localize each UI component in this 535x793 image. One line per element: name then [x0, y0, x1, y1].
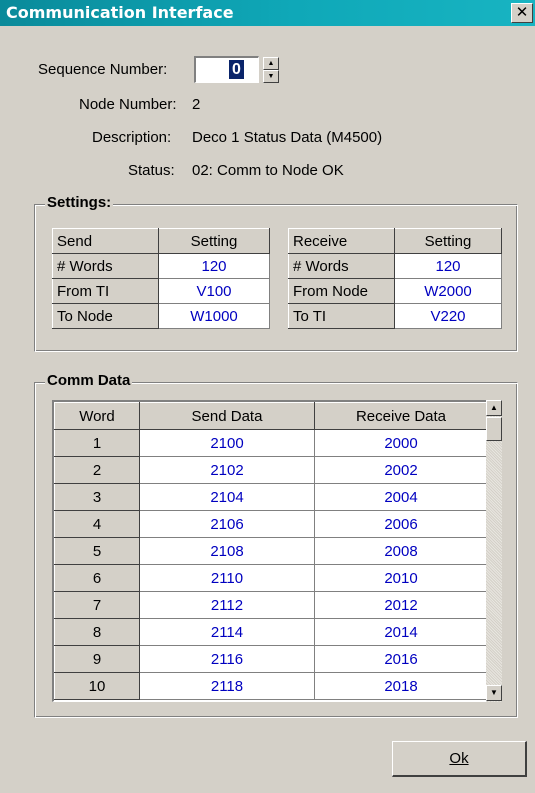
receive-data-cell[interactable]: 2006: [314, 510, 488, 538]
receive-row-label: From Node: [288, 278, 395, 304]
send-row-value[interactable]: V100: [158, 278, 270, 304]
send-data-cell[interactable]: 2114: [139, 618, 315, 646]
up-arrow-icon[interactable]: ▲: [263, 57, 279, 70]
receive-data-cell[interactable]: 2016: [314, 645, 488, 673]
send-row-label: To Node: [52, 303, 159, 329]
ok-button[interactable]: Ok: [392, 741, 527, 777]
table-row[interactable]: 7 2112 2012: [54, 591, 488, 619]
send-row-value[interactable]: W1000: [158, 303, 270, 329]
send-setting-header: Setting: [158, 228, 270, 254]
window-title: Communication Interface: [6, 3, 234, 22]
comm-data-grid[interactable]: Word Send Data Receive Data 1 2100 2000 …: [52, 400, 498, 702]
send-data-cell[interactable]: 2118: [139, 672, 315, 700]
receive-row-label: To TI: [288, 303, 395, 329]
word-cell: 10: [54, 672, 140, 700]
node-number-label: Node Number:: [79, 96, 177, 113]
send-data-cell[interactable]: 2100: [139, 429, 315, 457]
title-bar[interactable]: Communication Interface ✕: [0, 0, 535, 26]
send-data-cell[interactable]: 2106: [139, 510, 315, 538]
table-row[interactable]: 1 2100 2000: [54, 429, 488, 457]
word-cell: 1: [54, 429, 140, 457]
receive-settings-table: Receive Setting # Words 120 From Node W2…: [288, 228, 502, 329]
word-cell: 5: [54, 537, 140, 565]
receive-data-cell[interactable]: 2000: [314, 429, 488, 457]
receive-data-cell[interactable]: 2010: [314, 564, 488, 592]
down-arrow-icon[interactable]: ▼: [263, 70, 279, 83]
send-row-label: # Words: [52, 253, 159, 279]
word-cell: 2: [54, 456, 140, 484]
word-cell: 8: [54, 618, 140, 646]
send-data-cell[interactable]: 2104: [139, 483, 315, 511]
receive-data-cell[interactable]: 2018: [314, 672, 488, 700]
send-settings-table: Send Setting # Words 120 From TI V100 To…: [52, 228, 270, 329]
column-header-send-data[interactable]: Send Data: [139, 402, 315, 430]
receive-data-cell[interactable]: 2012: [314, 591, 488, 619]
send-data-cell[interactable]: 2116: [139, 645, 315, 673]
comm-data-legend: Comm Data: [45, 372, 133, 389]
vertical-scrollbar[interactable]: ▲ ▼: [486, 400, 502, 702]
receive-row-value[interactable]: W2000: [394, 278, 502, 304]
receive-header: Receive: [288, 228, 395, 254]
send-data-cell[interactable]: 2110: [139, 564, 315, 592]
description-value: Deco 1 Status Data (M4500): [192, 129, 383, 146]
word-cell: 6: [54, 564, 140, 592]
scroll-thumb[interactable]: [486, 417, 502, 441]
sequence-number-input[interactable]: 0: [194, 56, 259, 83]
word-cell: 9: [54, 645, 140, 673]
close-button[interactable]: ✕: [511, 3, 533, 23]
receive-data-cell[interactable]: 2008: [314, 537, 488, 565]
sequence-number-label: Sequence Number:: [38, 61, 168, 78]
receive-setting-header: Setting: [394, 228, 502, 254]
send-data-cell[interactable]: 2112: [139, 591, 315, 619]
status-label: Status:: [128, 162, 175, 179]
receive-row-label: # Words: [288, 253, 395, 279]
send-header: Send: [52, 228, 159, 254]
send-row-label: From TI: [52, 278, 159, 304]
receive-row-value[interactable]: V220: [394, 303, 502, 329]
send-row-value[interactable]: 120: [158, 253, 270, 279]
table-row[interactable]: 10 2118 2018: [54, 672, 488, 700]
table-row[interactable]: 5 2108 2008: [54, 537, 488, 565]
settings-legend: Settings:: [45, 194, 114, 211]
node-number-value: 2: [192, 96, 201, 113]
receive-data-cell[interactable]: 2002: [314, 456, 488, 484]
sequence-number-value: 0: [229, 60, 244, 79]
scroll-down-arrow-icon[interactable]: ▼: [486, 685, 502, 701]
word-cell: 3: [54, 483, 140, 511]
send-data-cell[interactable]: 2108: [139, 537, 315, 565]
sequence-number-stepper[interactable]: ▲ ▼: [263, 57, 279, 83]
status-value: 02: Comm to Node OK: [192, 162, 344, 179]
table-row[interactable]: 4 2106 2006: [54, 510, 488, 538]
receive-data-cell[interactable]: 2004: [314, 483, 488, 511]
close-icon: ✕: [515, 4, 529, 21]
word-cell: 4: [54, 510, 140, 538]
table-row[interactable]: 3 2104 2004: [54, 483, 488, 511]
table-row[interactable]: 9 2116 2016: [54, 645, 488, 673]
table-row[interactable]: 2 2102 2002: [54, 456, 488, 484]
table-row[interactable]: 8 2114 2014: [54, 618, 488, 646]
send-data-cell[interactable]: 2102: [139, 456, 315, 484]
word-cell: 7: [54, 591, 140, 619]
receive-row-value[interactable]: 120: [394, 253, 502, 279]
column-header-word[interactable]: Word: [54, 402, 140, 430]
scroll-up-arrow-icon[interactable]: ▲: [486, 400, 502, 416]
column-header-receive-data[interactable]: Receive Data: [314, 402, 488, 430]
communication-interface-dialog: Communication Interface ✕ Sequence Numbe…: [0, 0, 535, 793]
description-label: Description:: [92, 129, 172, 146]
receive-data-cell[interactable]: 2014: [314, 618, 488, 646]
table-row[interactable]: 6 2110 2010: [54, 564, 488, 592]
ok-button-label: Ok: [449, 750, 469, 767]
